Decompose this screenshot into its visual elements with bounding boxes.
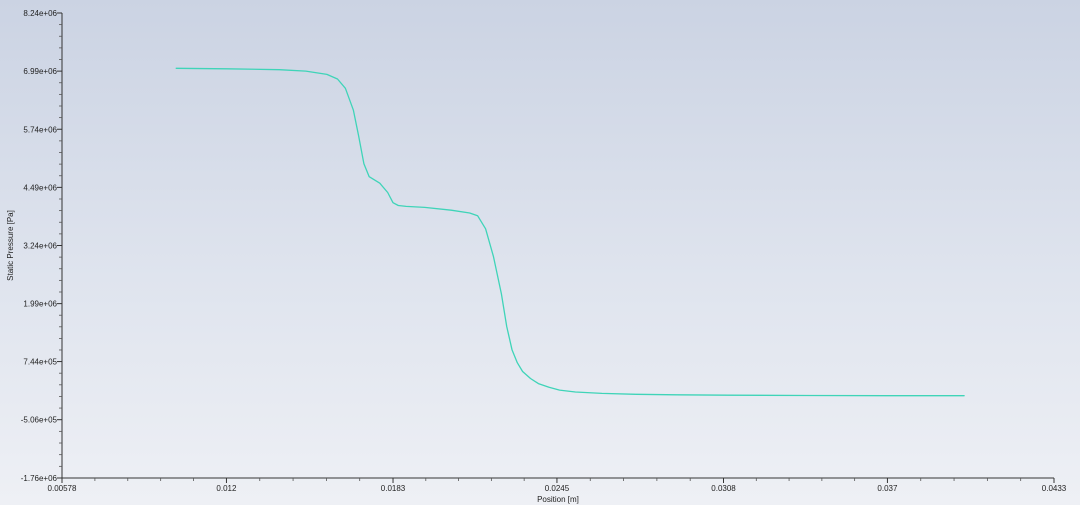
x-tick-label: 0.00578 bbox=[48, 484, 77, 493]
y-tick-label: -5.06e+05 bbox=[21, 416, 58, 425]
x-axis-label: Position [m] bbox=[537, 495, 579, 504]
y-tick-label: 8.24e+06 bbox=[23, 9, 57, 18]
x-tick-label: 0.037 bbox=[877, 484, 898, 493]
y-tick-label: 5.74e+06 bbox=[23, 125, 57, 134]
y-tick-label: 3.24e+06 bbox=[23, 242, 57, 251]
x-tick-label: 0.0308 bbox=[711, 484, 736, 493]
y-tick-label: 7.44e+05 bbox=[23, 358, 57, 367]
x-tick-label: 0.0433 bbox=[1042, 484, 1067, 493]
y-tick-label: -1.76e+06 bbox=[21, 474, 58, 483]
x-tick-label: 0.0183 bbox=[381, 484, 406, 493]
pressure-line-series-0 bbox=[175, 67, 965, 397]
plot-area: -1.76e+06 -5.06e+05 7.44e+05 1.99e+06 3.24e+… bbox=[6, 9, 1067, 504]
y-tick-label: 6.99e+06 bbox=[23, 67, 57, 76]
y-axis-label: Static Pressure [Pa] bbox=[6, 210, 15, 281]
y-tick-label: 1.99e+06 bbox=[23, 300, 57, 309]
static-pressure-chart: -1.76e+06 -5.06e+05 7.44e+05 1.99e+06 3.24e+… bbox=[6, 9, 1067, 504]
y-tick-label: 4.49e+06 bbox=[23, 183, 57, 192]
x-tick-label: 0.012 bbox=[216, 484, 237, 493]
x-tick-label: 0.0245 bbox=[545, 484, 570, 493]
